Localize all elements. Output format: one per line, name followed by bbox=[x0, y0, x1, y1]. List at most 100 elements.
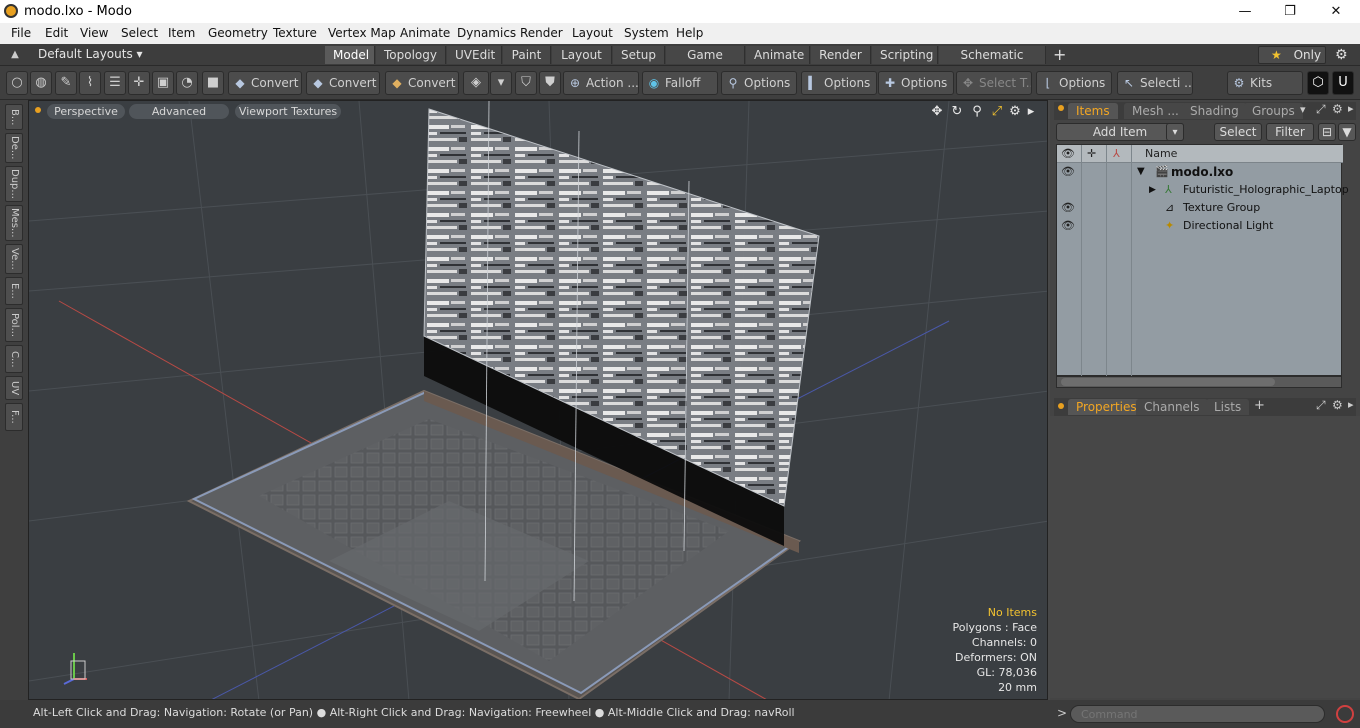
tab-lists[interactable]: Lists bbox=[1206, 399, 1250, 415]
add-item-button[interactable]: Add Item bbox=[1056, 123, 1184, 141]
left-tab-mesh-edit[interactable]: Mes... bbox=[5, 205, 23, 241]
funnel-icon[interactable]: ▼ bbox=[1338, 123, 1356, 141]
snap-icon[interactable]: ◈ bbox=[463, 71, 489, 95]
tab-items[interactable]: Items bbox=[1068, 103, 1118, 119]
tab-scripting[interactable]: Scripting bbox=[872, 46, 938, 64]
tab-properties[interactable]: Properties bbox=[1068, 399, 1145, 415]
name-column-header[interactable]: Name bbox=[1145, 145, 1177, 163]
menu-render[interactable]: Render bbox=[520, 26, 563, 40]
layers-icon[interactable]: ☰ bbox=[104, 71, 126, 95]
menu-system[interactable]: System bbox=[624, 26, 669, 40]
tab-shading[interactable]: Shading bbox=[1182, 103, 1247, 119]
select-button[interactable]: Select bbox=[1214, 123, 1262, 141]
left-tab-polygon[interactable]: Pol... bbox=[5, 308, 23, 342]
falloff-options-button[interactable]: ⚲ Options bbox=[721, 71, 797, 95]
viewport-settings-icon[interactable]: ⚙ bbox=[1007, 104, 1023, 120]
selection-button[interactable]: ↖ Selecti ... bbox=[1117, 71, 1193, 95]
unity-icon[interactable]: ⬡ bbox=[1307, 71, 1329, 95]
menu-file[interactable]: File bbox=[11, 26, 31, 40]
tab-overflow-icon[interactable]: ▾ bbox=[1300, 103, 1306, 116]
tab-uvedit[interactable]: UVEdit bbox=[447, 46, 502, 64]
rotate-view-icon[interactable]: ↻ bbox=[949, 104, 965, 120]
add-tab-button[interactable]: + bbox=[1254, 398, 1265, 413]
falloff-button[interactable]: ◉ Falloff bbox=[642, 71, 718, 95]
move-tool-icon[interactable]: ✛ bbox=[128, 71, 150, 95]
left-tab-fusion[interactable]: F... bbox=[5, 403, 23, 431]
panel-dot-icon[interactable] bbox=[1058, 403, 1064, 409]
collapse-icon[interactable]: ⊟ bbox=[1318, 123, 1336, 141]
left-tab-edge[interactable]: E... bbox=[5, 277, 23, 305]
tab-animate[interactable]: Animate bbox=[746, 46, 810, 64]
menu-edit[interactable]: Edit bbox=[45, 26, 68, 40]
advanced-dropdown[interactable]: Advanced bbox=[129, 104, 229, 119]
left-tab-uv[interactable]: UV bbox=[5, 376, 23, 400]
perspective-dropdown[interactable]: Perspective bbox=[47, 104, 125, 119]
command-input[interactable] bbox=[1070, 705, 1325, 723]
tab-render[interactable]: Render bbox=[811, 46, 871, 64]
expand-icon[interactable]: ⤢ bbox=[1316, 398, 1326, 413]
horizontal-scrollbar[interactable] bbox=[1056, 376, 1342, 388]
chevron-down-icon[interactable]: ▾ bbox=[490, 71, 512, 95]
pen-icon[interactable]: ✎ bbox=[55, 71, 77, 95]
tab-groups[interactable]: Groups bbox=[1244, 103, 1303, 119]
panel-menu-icon[interactable]: ▸ bbox=[1348, 102, 1354, 115]
visibility-eye-icon[interactable]: 👁 bbox=[1061, 219, 1075, 233]
laptop-model[interactable] bbox=[186, 101, 820, 699]
left-tab-vertex[interactable]: Ve... bbox=[5, 244, 23, 274]
3d-viewport[interactable]: Perspective Advanced Viewport Textures ✥… bbox=[28, 100, 1048, 700]
filter-button[interactable]: Filter bbox=[1266, 123, 1314, 141]
tab-channels[interactable]: Channels bbox=[1136, 399, 1208, 415]
tab-game-tools[interactable]: Game Tools bbox=[666, 46, 745, 80]
panel-menu-icon[interactable]: ▸ bbox=[1348, 398, 1354, 411]
list-item[interactable]: ▶ ⅄ Futuristic_Holographic_Laptop bbox=[1057, 181, 1349, 199]
tab-schematic-fusion[interactable]: Schematic Fusion bbox=[939, 46, 1046, 80]
left-tab-duplicate[interactable]: Dup... bbox=[5, 166, 23, 202]
lock-header-icon[interactable]: ✛ bbox=[1087, 145, 1096, 163]
select-through-button[interactable]: ✥ Select T... bbox=[956, 71, 1032, 95]
menu-help[interactable]: Help bbox=[676, 26, 703, 40]
scrollbar-thumb[interactable] bbox=[1061, 378, 1275, 386]
expand-right-icon[interactable]: ▶ bbox=[1149, 181, 1156, 199]
record-icon[interactable] bbox=[1336, 705, 1354, 723]
tab-model[interactable]: Model bbox=[325, 46, 375, 64]
layout-toggle-icon[interactable]: ▲ bbox=[8, 47, 22, 63]
options-button-3[interactable]: ✚ Options bbox=[878, 71, 954, 95]
zoom-icon[interactable]: ⚲ bbox=[969, 104, 985, 120]
shield-alt-icon[interactable]: ⛊ bbox=[539, 71, 561, 95]
panel-gear-icon[interactable]: ⚙ bbox=[1332, 398, 1343, 412]
convert-button-2[interactable]: ◆ Convert bbox=[306, 71, 380, 95]
tab-mesh[interactable]: Mesh ... bbox=[1124, 103, 1187, 119]
options-button-4[interactable]: ⌊ Options bbox=[1036, 71, 1112, 95]
expand-icon[interactable]: ⤢ bbox=[1316, 102, 1326, 117]
action-center-button[interactable]: ⊕ Action ... bbox=[563, 71, 639, 95]
options-button-2[interactable]: ▍ Options bbox=[801, 71, 877, 95]
menu-item[interactable]: Item bbox=[168, 26, 195, 40]
rotate-tool-icon[interactable]: ◔ bbox=[176, 71, 198, 95]
globe-icon[interactable]: ◍ bbox=[30, 71, 52, 95]
left-tab-deform[interactable]: De... bbox=[5, 133, 23, 163]
viewport-dot-icon[interactable] bbox=[35, 107, 41, 113]
type-header-icon[interactable]: ⅄ bbox=[1113, 145, 1120, 163]
list-item[interactable]: 👁 ▼ 🎬 modo.lxo bbox=[1057, 163, 1343, 181]
convert-button-1[interactable]: ◆ Convert bbox=[228, 71, 302, 95]
list-item[interactable]: 👁 ⊿ Texture Group bbox=[1057, 199, 1343, 217]
panel-dot-icon[interactable] bbox=[1058, 105, 1064, 111]
minimize-button[interactable]: — bbox=[1222, 0, 1268, 23]
gear-icon[interactable]: ⚙ bbox=[1335, 46, 1351, 64]
menu-dynamics[interactable]: Dynamics bbox=[457, 26, 516, 40]
circle-select-icon[interactable]: ○ bbox=[6, 71, 28, 95]
menu-view[interactable]: View bbox=[80, 26, 108, 40]
panel-gear-icon[interactable]: ⚙ bbox=[1332, 102, 1343, 116]
viewport-textures-dropdown[interactable]: Viewport Textures bbox=[235, 104, 341, 119]
default-layouts-dropdown[interactable]: Default Layouts ▾ bbox=[38, 47, 143, 61]
add-item-chevron-icon[interactable]: ▾ bbox=[1166, 123, 1184, 141]
tab-setup[interactable]: Setup bbox=[613, 46, 665, 64]
maximize-button[interactable]: ❐ bbox=[1267, 0, 1313, 23]
menu-geometry[interactable]: Geometry bbox=[208, 26, 268, 40]
tab-paint[interactable]: Paint bbox=[503, 46, 551, 64]
brush-icon[interactable]: ⌇ bbox=[79, 71, 101, 95]
only-toggle[interactable]: ★ Only bbox=[1258, 46, 1326, 64]
menu-vertex-map[interactable]: Vertex Map bbox=[328, 26, 396, 40]
list-item[interactable]: 👁 ✦ Directional Light bbox=[1057, 217, 1343, 235]
tab-topology[interactable]: Topology bbox=[376, 46, 446, 64]
